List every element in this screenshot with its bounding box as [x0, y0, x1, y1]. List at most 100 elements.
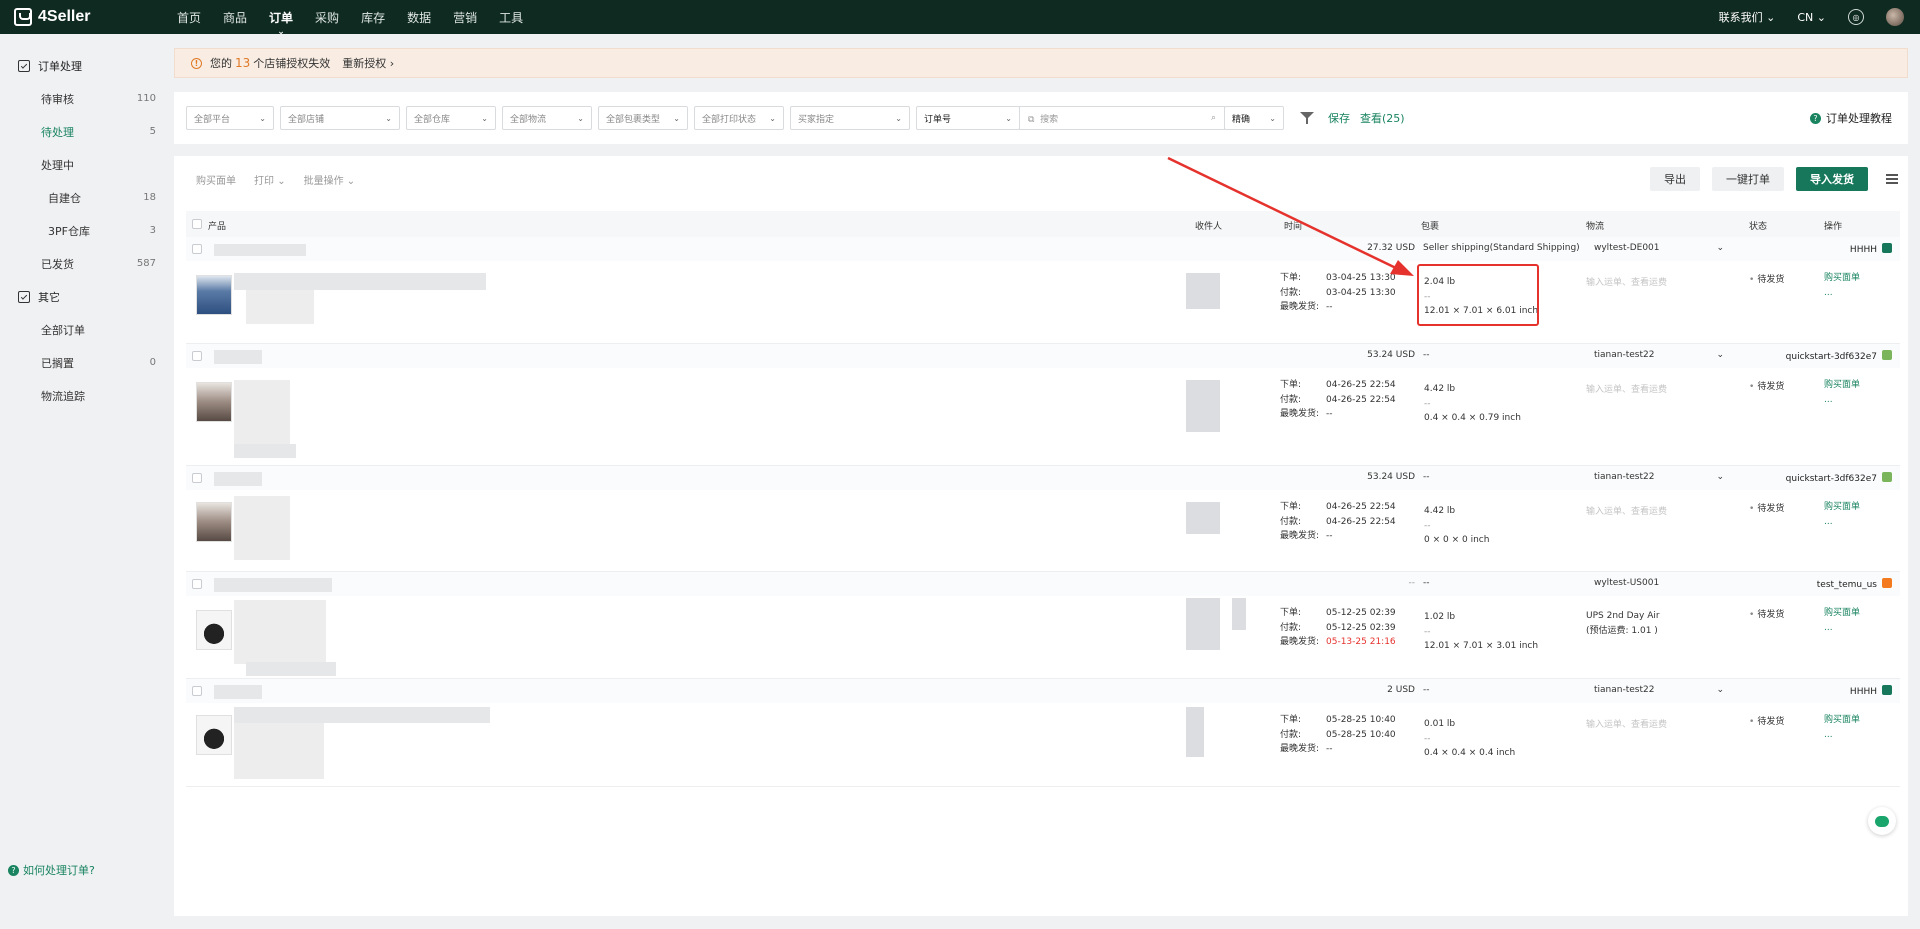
- paid-label: 付款:: [1280, 287, 1302, 298]
- settings-icon[interactable]: ◎: [1848, 9, 1864, 25]
- product-image[interactable]: [196, 715, 232, 755]
- columns-icon[interactable]: [1886, 174, 1898, 184]
- product-sku-redacted: [234, 444, 296, 458]
- warehouse-select[interactable]: tianan-test22 ⌄: [1594, 685, 1724, 695]
- sidebar-item-to-process[interactable]: 待处理 5: [0, 115, 174, 148]
- product-title-redacted: [234, 707, 490, 723]
- table-row[interactable]: 2 USD -- tianan-test22 ⌄ HHHH 下单: 05-28-25…: [186, 679, 1900, 787]
- row-checkbox[interactable]: [192, 351, 202, 361]
- sidebar-item-3pf-warehouse[interactable]: 3PF仓库 3: [0, 214, 174, 247]
- nav-products[interactable]: 商品: [212, 9, 258, 26]
- search-icon[interactable]: ⌕: [1211, 113, 1216, 123]
- language-menu[interactable]: CN ⌄: [1797, 11, 1826, 24]
- order-times: 下单: 04-26-25 22:54 付款: 04-26-25 22:54 最晚发货…: [1280, 378, 1396, 422]
- nav-home[interactable]: 首页: [166, 9, 212, 26]
- tutorial-link[interactable]: ? 订单处理教程: [1810, 110, 1892, 126]
- nav-data[interactable]: 数据: [396, 9, 442, 26]
- print-menu[interactable]: 打印 ⌄: [254, 172, 286, 187]
- product-image[interactable]: [196, 502, 232, 542]
- product-image[interactable]: [196, 275, 232, 315]
- sidebar-item-shipped[interactable]: 已发货 587: [0, 247, 174, 280]
- sidebar-item-pending-review[interactable]: 待审核 110: [0, 82, 174, 115]
- match-select[interactable]: 精确 ⌄: [1224, 106, 1284, 130]
- table-row[interactable]: 53.24 USD -- tianan-test22 ⌄ quickstart-3…: [186, 344, 1900, 466]
- order-times: 下单: 05-12-25 02:39 付款: 05-12-25 02:39 最晚发货…: [1280, 606, 1396, 650]
- package-type-select[interactable]: 全部包裹类型 ⌄: [598, 106, 688, 130]
- more-actions-icon[interactable]: ...: [1824, 286, 1860, 301]
- tracking-input[interactable]: 输入运单、查看运费: [1586, 275, 1667, 288]
- table-row[interactable]: 27.32 USD Seller shipping(Standard Shipp…: [186, 237, 1900, 344]
- table-row[interactable]: 53.24 USD -- tianan-test22 ⌄ quickstart-3…: [186, 466, 1900, 572]
- buy-label-link[interactable]: 购买面单: [1824, 378, 1860, 393]
- buy-label-link[interactable]: 购买面单: [1824, 500, 1860, 515]
- more-actions-icon[interactable]: ...: [1824, 515, 1860, 530]
- row-checkbox[interactable]: [192, 473, 202, 483]
- reauthorize-link[interactable]: 重新授权 ›: [342, 55, 394, 71]
- order-no-select[interactable]: 订单号 ⌄: [916, 106, 1020, 130]
- more-actions-icon[interactable]: ...: [1824, 393, 1860, 408]
- scan-icon[interactable]: ⧉: [1028, 115, 1034, 125]
- product-image[interactable]: [196, 382, 232, 422]
- ordered-time: 05-12-25 02:39: [1326, 608, 1396, 618]
- export-button[interactable]: 导出: [1650, 167, 1700, 191]
- row-checkbox[interactable]: [192, 686, 202, 696]
- warehouse-select[interactable]: wyltest-US001: [1594, 578, 1724, 588]
- row-checkbox[interactable]: [192, 579, 202, 589]
- store-select[interactable]: 全部店铺 ⌄: [280, 106, 400, 130]
- contact-us-menu[interactable]: 联系我们 ⌄: [1719, 9, 1776, 25]
- package-sub: --: [1424, 398, 1431, 409]
- nav-purchase[interactable]: 采购: [304, 9, 350, 26]
- sidebar-item-count: 5: [149, 126, 156, 137]
- buy-label-link[interactable]: 购买面单: [1824, 713, 1860, 728]
- row-checkbox[interactable]: [192, 244, 202, 254]
- order-amount: --: [1408, 578, 1416, 588]
- warehouse-select[interactable]: tianan-test22 ⌄: [1594, 350, 1724, 360]
- buyer-select[interactable]: 买家指定 ⌄: [790, 106, 910, 130]
- platform-select[interactable]: 全部平台 ⌄: [186, 106, 274, 130]
- sidebar-item-processing[interactable]: 处理中: [0, 148, 174, 181]
- tracking-input[interactable]: 输入运单、查看运费: [1586, 504, 1667, 517]
- more-actions-icon[interactable]: ...: [1824, 621, 1860, 636]
- nav-inventory[interactable]: 库存: [350, 9, 396, 26]
- buy-label-link[interactable]: 购买面单: [1824, 606, 1860, 621]
- chat-icon[interactable]: [1868, 807, 1896, 835]
- sidebar-item-self-warehouse[interactable]: 自建仓 18: [0, 181, 174, 214]
- paid-label: 付款:: [1280, 622, 1302, 633]
- latest-ship-label: 最晚发货:: [1280, 531, 1320, 541]
- avatar[interactable]: [1886, 8, 1904, 26]
- warehouse-select[interactable]: tianan-test22 ⌄: [1594, 472, 1724, 482]
- help-link-label: 如何处理订单?: [23, 864, 95, 877]
- nav-tools[interactable]: 工具: [488, 9, 534, 26]
- store-icon: [1882, 685, 1892, 695]
- select-all-checkbox[interactable]: [192, 219, 202, 229]
- chevron-down-icon: ⌄: [1005, 113, 1012, 123]
- logistics-info[interactable]: UPS 2nd Day Air (预估运费: 1.01 ): [1586, 609, 1660, 638]
- buy-label-button[interactable]: 购买面单: [196, 172, 236, 187]
- sidebar-item-on-hold[interactable]: 已搁置 0: [0, 346, 174, 379]
- tracking-input[interactable]: 输入运单、查看运费: [1586, 382, 1667, 395]
- table-row[interactable]: -- -- wyltest-US001 test_temu_us 下单: 05-1…: [186, 572, 1900, 679]
- sidebar-item-tracking[interactable]: 物流追踪: [0, 379, 174, 412]
- sidebar-item-all-orders[interactable]: 全部订单: [0, 313, 174, 346]
- logistics-select[interactable]: 全部物流 ⌄: [502, 106, 592, 130]
- nav-orders[interactable]: 订单: [258, 9, 304, 26]
- store-name: quickstart-3df632e7: [1786, 472, 1892, 484]
- more-actions-icon[interactable]: ...: [1824, 728, 1860, 743]
- product-image[interactable]: [196, 610, 232, 650]
- buy-label-link[interactable]: 购买面单: [1824, 271, 1860, 286]
- logo[interactable]: 4Seller: [14, 8, 154, 26]
- tracking-input[interactable]: 输入运单、查看运费: [1586, 717, 1667, 730]
- save-filter-link[interactable]: 保存: [1328, 110, 1350, 126]
- help-link[interactable]: ? 如何处理订单?: [8, 862, 95, 878]
- filter-icon[interactable]: [1300, 112, 1314, 124]
- warehouse-select[interactable]: 全部仓库 ⌄: [406, 106, 496, 130]
- one-click-print-button[interactable]: 一键打单: [1712, 167, 1784, 191]
- warehouse-select[interactable]: wyltest-DE001 ⌄: [1594, 243, 1724, 253]
- view-saved-link[interactable]: 查看(25): [1360, 110, 1405, 126]
- print-status-select[interactable]: 全部打印状态 ⌄: [694, 106, 784, 130]
- search-input[interactable]: ⧉ 搜索 ⌕: [1019, 106, 1225, 130]
- sidebar-item-count: 0: [149, 357, 156, 368]
- batch-menu[interactable]: 批量操作 ⌄: [304, 172, 356, 187]
- import-ship-button[interactable]: 导入发货: [1796, 167, 1868, 191]
- nav-marketing[interactable]: 营销: [442, 9, 488, 26]
